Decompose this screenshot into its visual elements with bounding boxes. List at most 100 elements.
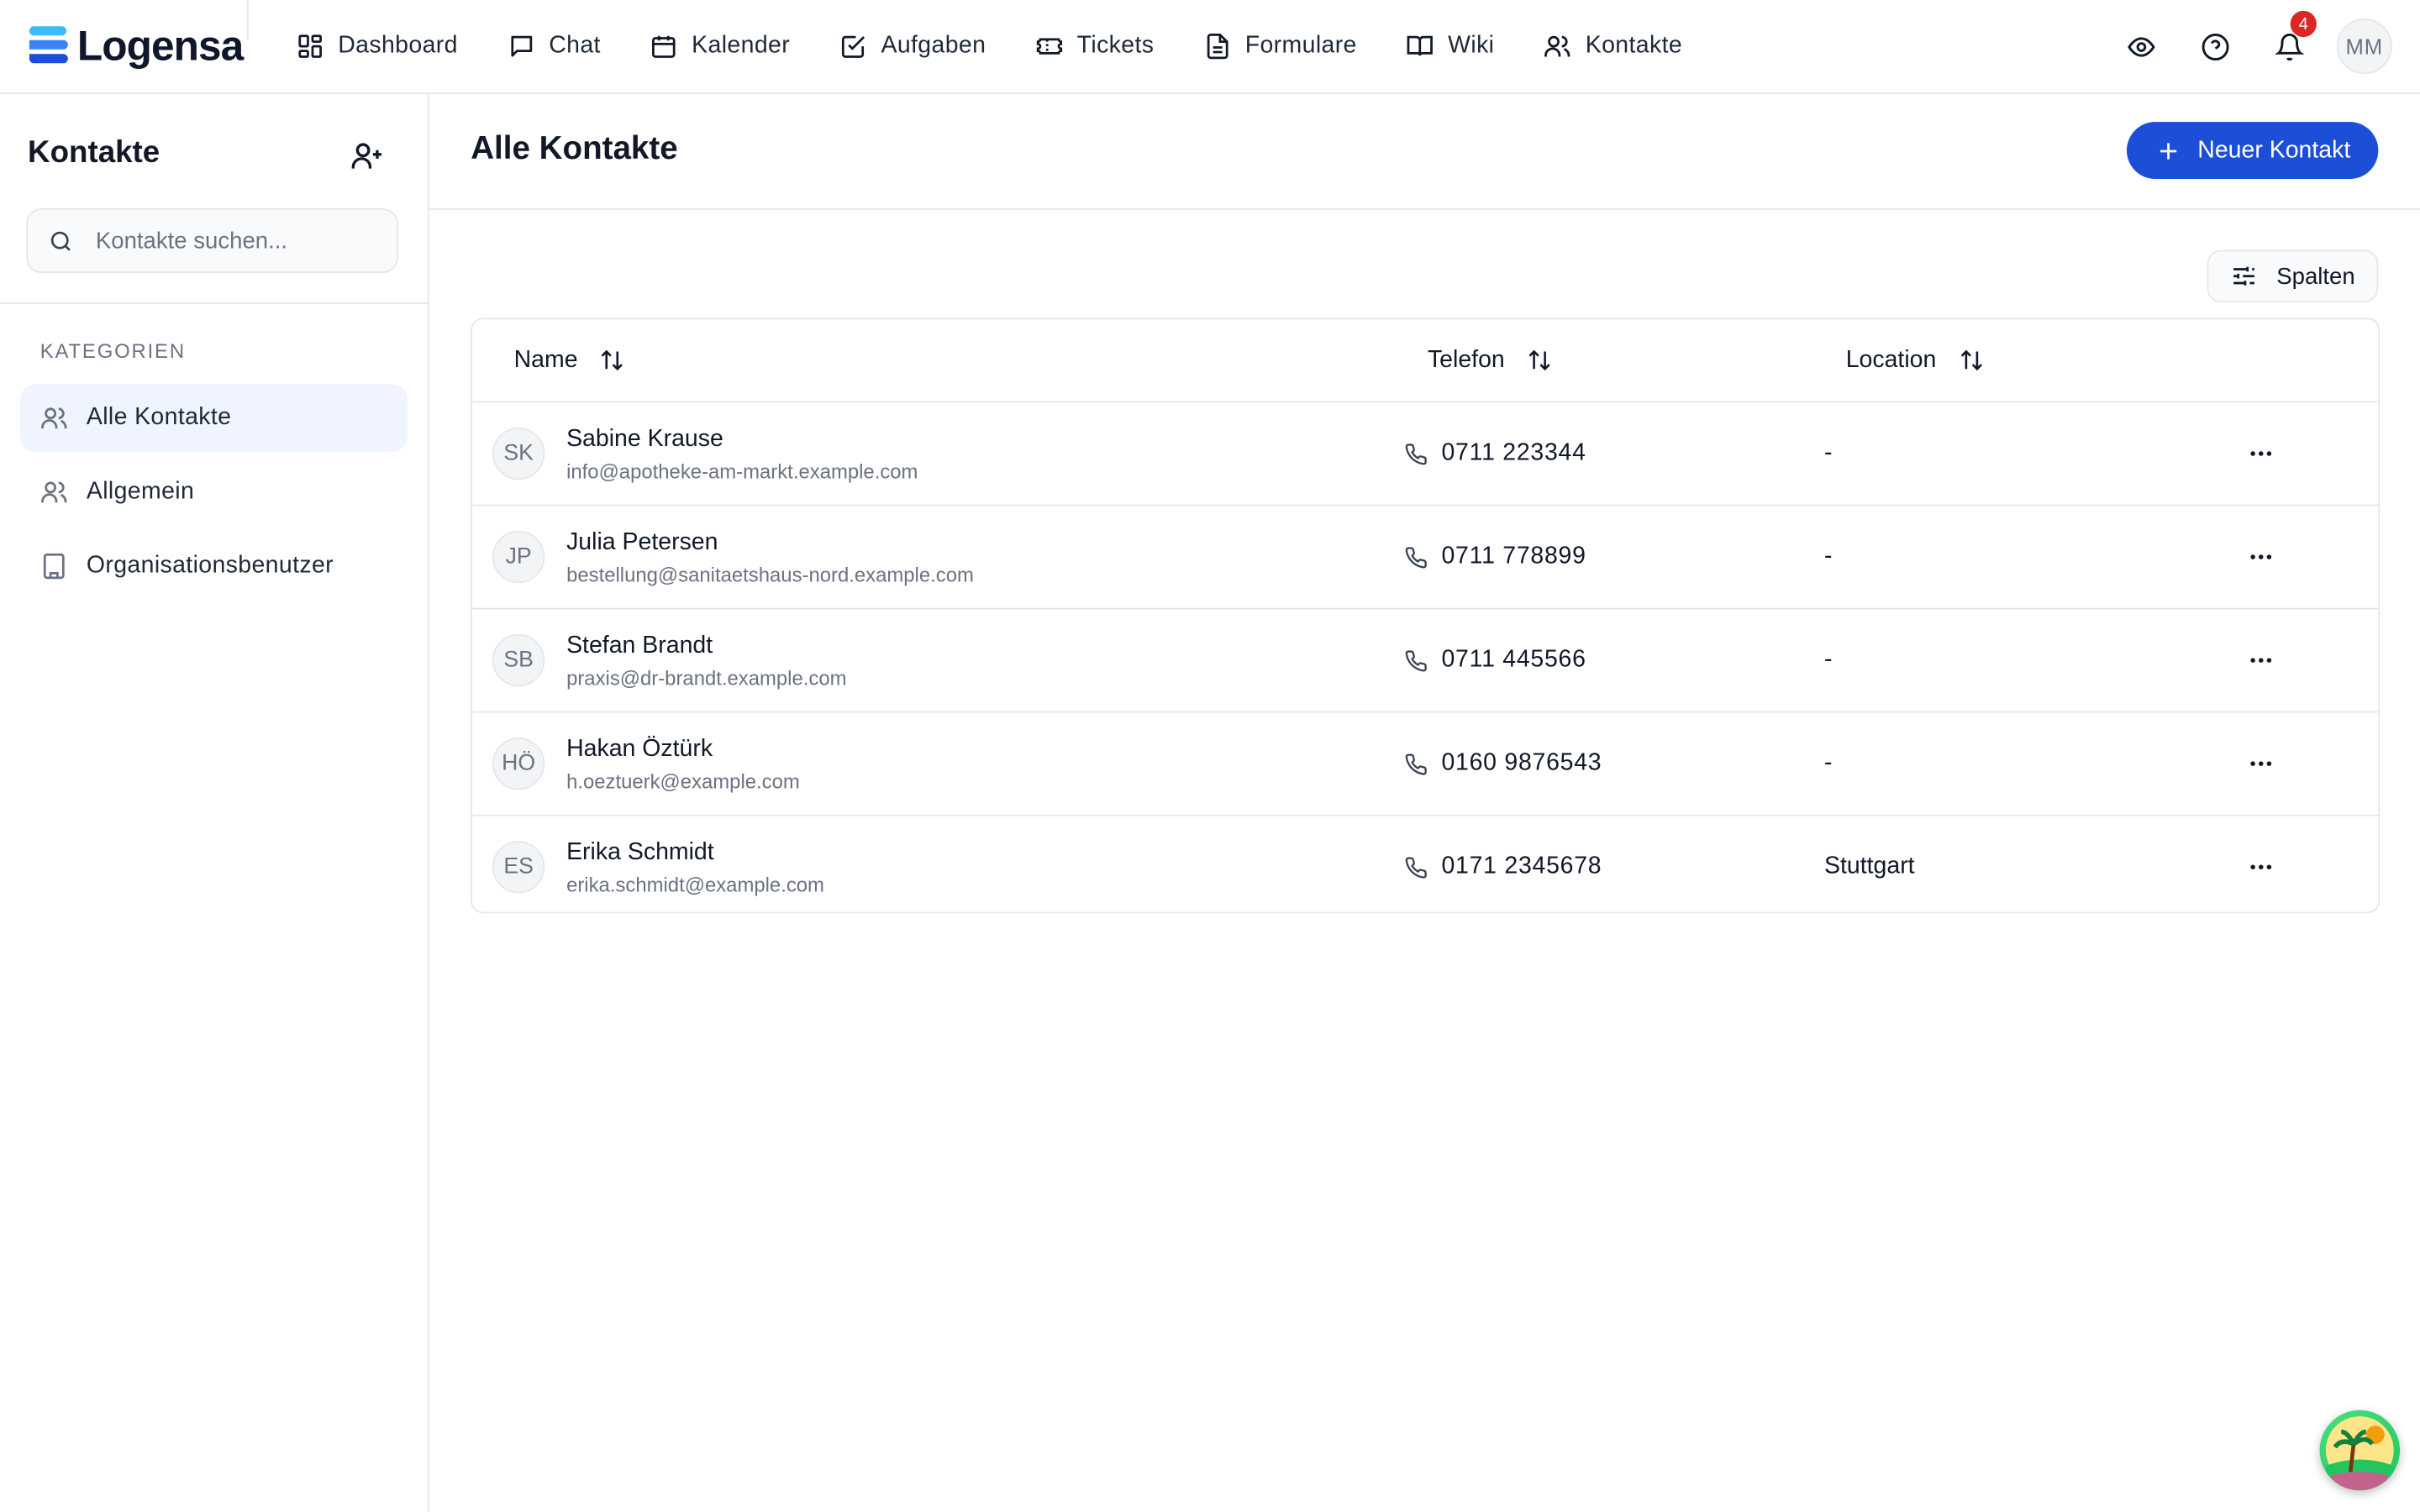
notification-count-badge: 4 <box>2290 10 2317 38</box>
contact-phone: 0171 2345678 <box>1404 816 1602 912</box>
table-row[interactable]: HÖ Hakan Öztürk h.oeztuerk@example.com 0… <box>472 713 2379 816</box>
contact-avatar: JP <box>492 530 545 584</box>
plus-icon <box>2160 142 2177 159</box>
contact-location: - <box>1823 646 1833 673</box>
nav-label: Wiki <box>1448 32 1495 59</box>
sidebar-item-label: Allgemein <box>86 478 195 505</box>
user-plus-icon <box>351 143 381 169</box>
palm-island-icon <box>2325 1416 2394 1491</box>
sort-icon <box>1960 349 1982 371</box>
new-contact-button[interactable]: Neuer Kontakt <box>2126 122 2379 180</box>
book-icon <box>1407 35 1434 56</box>
nav-forms[interactable]: Formulare <box>1179 0 1381 92</box>
search-icon <box>50 230 71 250</box>
nav-contacts[interactable]: Kontakte <box>1519 0 1707 92</box>
contact-phone: 0711 778899 <box>1404 506 1586 607</box>
phone-number: 0711 445566 <box>1441 646 1586 673</box>
assistant-launcher-button[interactable] <box>2319 1410 2401 1491</box>
columns-label: Spalten <box>2276 263 2355 290</box>
row-actions-button[interactable] <box>2238 430 2284 476</box>
sidebar-item-label: Organisationsbenutzer <box>86 552 334 579</box>
phone-number: 0711 778899 <box>1441 543 1586 570</box>
contacts-icon <box>1544 35 1570 57</box>
columns-button[interactable]: Spalten <box>2207 249 2379 302</box>
nav-wiki[interactable]: Wiki <box>1381 0 1519 92</box>
contact-location: Stuttgart <box>1823 853 1915 879</box>
add-contact-button[interactable] <box>343 131 392 181</box>
logo-mark-icon <box>29 26 68 64</box>
contact-avatar: SB <box>492 633 545 687</box>
preview-button[interactable] <box>2114 20 2166 72</box>
nav-tasks[interactable]: Aufgaben <box>814 0 1010 92</box>
sidebar-item-general[interactable]: Allgemein <box>20 458 408 526</box>
notifications-button[interactable]: 4 <box>2263 10 2317 72</box>
table-row[interactable]: ES Erika Schmidt erika.schmidt@example.c… <box>472 816 2378 912</box>
column-header-name[interactable]: Name <box>514 319 626 401</box>
nav-label: Kontakte <box>1585 32 1683 59</box>
more-horizontal-icon <box>2250 451 2272 456</box>
column-header-location[interactable]: Location <box>1846 319 1985 401</box>
table-row[interactable]: SB Stefan Brandt praxis@dr-brandt.exampl… <box>472 609 2379 713</box>
contact-phone: 0711 223344 <box>1404 402 1586 504</box>
building-icon <box>43 553 65 580</box>
nav-label: Dashboard <box>338 32 458 59</box>
row-actions-button[interactable] <box>2238 638 2284 684</box>
logo-text: Logensa <box>76 22 244 69</box>
main-nav: Dashboard Chat Kalender Aufgaben Tickets… <box>271 0 1707 92</box>
sort-icon <box>602 349 623 371</box>
sliders-icon <box>2233 266 2255 286</box>
logo[interactable]: Logensa <box>28 22 244 71</box>
nav-dashboard[interactable]: Dashboard <box>271 0 482 92</box>
nav-label: Formulare <box>1244 32 1357 59</box>
header-actions: 4 MM <box>2114 0 2392 92</box>
contact-phone: 0711 445566 <box>1404 609 1586 711</box>
column-label: Location <box>1845 346 1937 373</box>
table-row[interactable]: SK Sabine Krause info@apotheke-am-markt.… <box>472 402 2379 507</box>
phone-icon <box>1405 856 1427 878</box>
column-header-phone[interactable]: Telefon <box>1428 319 1553 401</box>
category-heading: KATEGORIEN <box>39 339 186 363</box>
contact-email: praxis@dr-brandt.example.com <box>566 666 847 690</box>
main-header: Alle Kontakte Neuer Kontakt <box>429 94 2420 210</box>
table-row[interactable]: JP Julia Petersen bestellung@sanitaetsha… <box>472 506 2379 610</box>
contact-name: Erika Schmidt <box>566 839 714 866</box>
users-icon <box>41 407 67 429</box>
sidebar-item-all-contacts[interactable]: Alle Kontakte <box>19 384 408 453</box>
category-list: Alle Kontakte Allgemein Organisationsben… <box>19 384 408 606</box>
task-check-icon <box>841 35 865 58</box>
sidebar-item-organization-users[interactable]: Organisationsbenutzer <box>20 533 408 601</box>
header-divider <box>246 0 249 40</box>
contact-avatar: ES <box>492 841 545 894</box>
phone-icon <box>1405 443 1427 465</box>
help-button[interactable] <box>2188 20 2240 72</box>
page-title: Alle Kontakte <box>471 131 678 167</box>
phone-number: 0171 2345678 <box>1441 853 1602 879</box>
phone-icon <box>1405 649 1427 671</box>
nav-label: Aufgaben <box>881 32 986 59</box>
contact-avatar: SK <box>492 427 545 480</box>
chat-icon <box>510 35 532 57</box>
form-document-icon <box>1207 33 1228 60</box>
phone-number: 0160 9876543 <box>1441 749 1602 776</box>
search-input[interactable] <box>92 226 377 255</box>
user-avatar[interactable]: MM <box>2336 18 2392 75</box>
nav-label: Chat <box>549 32 601 59</box>
eye-icon <box>2127 36 2154 56</box>
table-header: Name Telefon Location <box>472 319 2379 403</box>
row-actions-button[interactable] <box>2238 844 2284 890</box>
calendar-icon <box>652 35 676 58</box>
phone-number: 0711 223344 <box>1441 439 1586 466</box>
contact-email: info@apotheke-am-markt.example.com <box>566 459 918 483</box>
contact-location: - <box>1823 749 1833 776</box>
sort-icon <box>1528 349 1550 371</box>
row-actions-button[interactable] <box>2238 533 2284 580</box>
nav-chat[interactable]: Chat <box>482 0 625 92</box>
contact-location: - <box>1823 543 1833 570</box>
app-root: Logensa Dashboard Chat Kalender Aufgaben <box>0 0 2420 1512</box>
contacts-table: Name Telefon Location SK Sabine Krause i… <box>471 318 2381 914</box>
nav-tickets[interactable]: Tickets <box>1011 0 1179 92</box>
row-actions-button[interactable] <box>2238 741 2284 787</box>
nav-calendar[interactable]: Kalender <box>625 0 814 92</box>
contact-name: Julia Petersen <box>566 528 718 556</box>
phone-icon <box>1405 753 1427 774</box>
